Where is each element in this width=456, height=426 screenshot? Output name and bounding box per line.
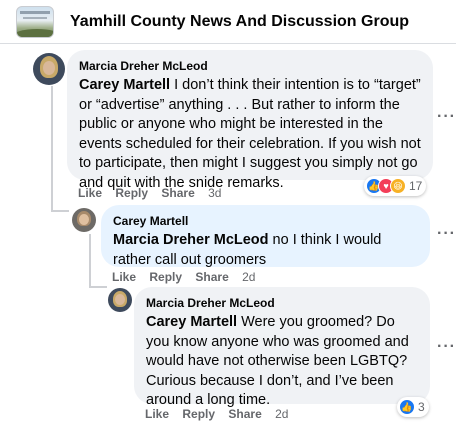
comment-text: Carey Martell Were you groomed? Do you k… <box>146 314 409 408</box>
mention-link[interactable]: Carey Martell <box>79 77 170 93</box>
thread-line-curve <box>51 210 69 212</box>
group-title[interactable]: Yamhill County News And Discussion Group <box>70 13 409 31</box>
share-button[interactable]: Share <box>161 186 194 200</box>
reaction-summary[interactable]: 👍 ♥ 😆 17 <box>364 176 427 196</box>
thread-line-curve <box>89 286 107 288</box>
timestamp[interactable]: 3d <box>208 186 221 200</box>
avatar[interactable] <box>108 288 132 312</box>
like-button[interactable]: Like <box>145 407 169 421</box>
group-cover-thumbnail[interactable] <box>16 6 54 38</box>
comment-actions: Like Reply Share 2d <box>145 407 298 421</box>
mention-link[interactable]: Marcia Dreher McLeod <box>113 232 269 248</box>
more-options-icon[interactable]: ··· <box>437 108 456 126</box>
more-options-icon[interactable]: ··· <box>437 225 456 243</box>
reply-button[interactable]: Reply <box>149 270 182 284</box>
comment-text: Marcia Dreher McLeod no I think I would … <box>113 232 382 268</box>
like-button[interactable]: Like <box>112 270 136 284</box>
share-button[interactable]: Share <box>195 270 228 284</box>
timestamp[interactable]: 2d <box>242 270 255 284</box>
group-header: Yamhill County News And Discussion Group <box>0 0 456 44</box>
comment-author[interactable]: Marcia Dreher McLeod <box>146 295 418 311</box>
like-button[interactable]: Like <box>78 186 102 200</box>
comment-bubble-highlighted: Carey Martell Marcia Dreher McLeod no I … <box>101 205 430 268</box>
avatar[interactable] <box>72 208 96 232</box>
reply-button[interactable]: Reply <box>182 407 215 421</box>
comment-author[interactable]: Marcia Dreher McLeod <box>79 58 421 74</box>
reaction-count: 17 <box>409 179 423 193</box>
comment-bubble: Marcia Dreher McLeod Carey Martell Were … <box>134 287 430 408</box>
timestamp[interactable]: 2d <box>275 407 288 421</box>
reaction-summary[interactable]: 👍 3 <box>397 397 429 417</box>
thread-line <box>51 86 53 212</box>
reply-button[interactable]: Reply <box>115 186 148 200</box>
share-button[interactable]: Share <box>228 407 261 421</box>
thread-line <box>89 234 91 288</box>
more-options-icon[interactable]: ··· <box>437 338 456 356</box>
comment-actions: Like Reply Share 2d <box>112 270 265 284</box>
comment-author[interactable]: Carey Martell <box>113 213 418 229</box>
comment-bubble: Marcia Dreher McLeod Carey Martell I don… <box>67 50 433 191</box>
avatar[interactable] <box>33 53 65 85</box>
haha-icon: 😆 <box>390 178 406 194</box>
comment-text: Carey Martell I don’t think their intent… <box>79 77 421 191</box>
reaction-count: 3 <box>418 400 425 414</box>
mention-link[interactable]: Carey Martell <box>146 314 237 330</box>
like-icon: 👍 <box>399 399 415 415</box>
comment-actions: Like Reply Share 3d <box>78 186 231 200</box>
